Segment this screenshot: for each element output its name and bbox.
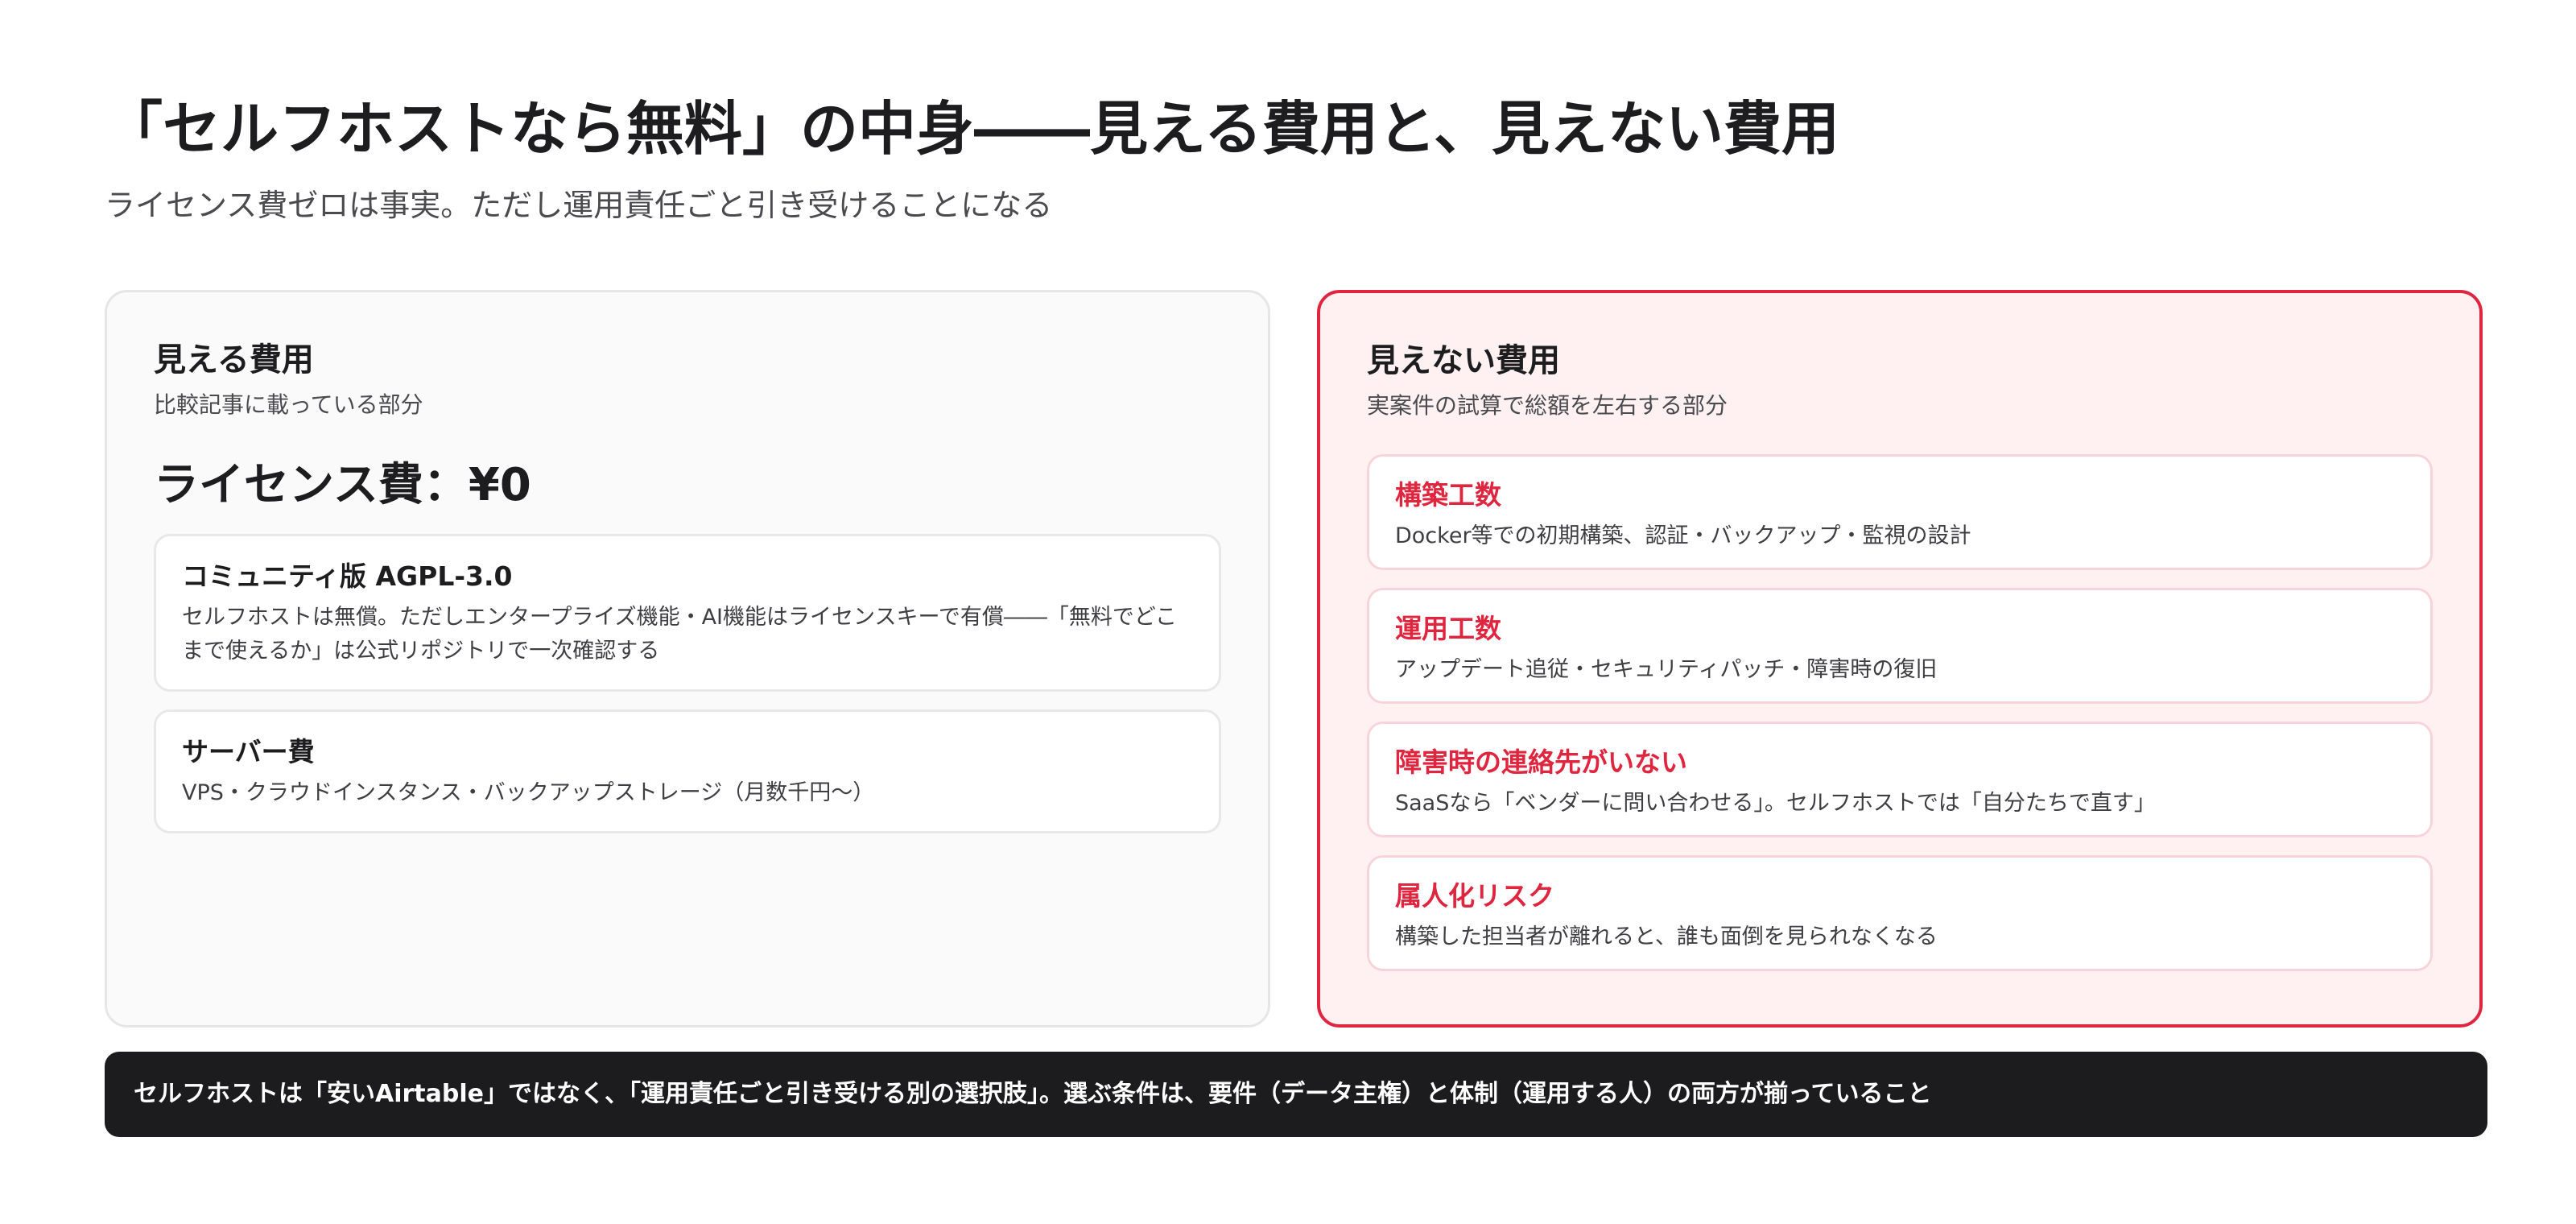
visible-cost-item-title: サーバー費	[182, 736, 315, 767]
visible-costs-note: 比較記事に載っている部分	[154, 391, 423, 418]
hidden-cost-item-title: 構築工数	[1395, 479, 1501, 511]
license-cost: ライセンス費：¥0	[154, 459, 531, 511]
visible-costs-panel: 見える費用 比較記事に載っている部分 ライセンス費：¥0 コミュニティ版 AGP…	[105, 290, 1270, 1028]
hidden-costs-panel: 見えない費用 実案件の試算で総額を左右する部分 構築工数 Docker等での初期…	[1317, 290, 2483, 1028]
hidden-cost-item-title: 障害時の連絡先がいない	[1395, 746, 1687, 778]
hidden-cost-item-description: アップデート追従・セキュリティパッチ・障害時の復旧	[1395, 657, 1938, 682]
visible-cost-item-description: VPS・クラウドインスタンス・バックアップストレージ（月数千円〜）	[182, 780, 875, 805]
hidden-cost-item-operations: 運用工数 アップデート追従・セキュリティパッチ・障害時の復旧	[1367, 588, 2433, 704]
cost-comparison: 見える費用 比較記事に載っている部分 ライセンス費：¥0 コミュニティ版 AGP…	[105, 290, 2487, 1028]
hidden-cost-item-description: 構築した担当者が離れると、誰も面倒を見られなくなる	[1395, 924, 1938, 949]
visible-cost-item-title: コミュニティ版 AGPL-3.0	[182, 560, 513, 592]
hidden-cost-item-person-dependency: 属人化リスク 構築した担当者が離れると、誰も面倒を見られなくなる	[1367, 855, 2433, 971]
hidden-costs-title: 見えない費用	[1367, 342, 1560, 379]
hidden-costs-note: 実案件の試算で総額を左右する部分	[1367, 392, 1728, 419]
visible-cost-item-community-edition: コミュニティ版 AGPL-3.0 セルフホストは無償。ただしエンタープライズ機能…	[154, 534, 1221, 692]
summary-bar: セルフホストは「安いAirtable」ではなく、「運用責任ごと引き受ける別の選択…	[105, 1052, 2487, 1137]
hidden-cost-item-setup: 構築工数 Docker等での初期構築、認証・バックアップ・監視の設計	[1367, 454, 2433, 570]
slide: 「セルフホストなら無料」の中身――見える費用と、見えない費用 ライセンス費ゼロは…	[105, 89, 2487, 1137]
hidden-cost-item-title: 属人化リスク	[1395, 880, 1554, 912]
page-title: 「セルフホストなら無料」の中身――見える費用と、見えない費用	[105, 95, 1839, 163]
visible-cost-item-description: セルフホストは無償。ただしエンタープライズ機能・AI機能はライセンスキーで有償―…	[182, 605, 1178, 664]
page-subtitle: ライセンス費ゼロは事実。ただし運用責任ごと引き受けることになる	[105, 188, 1053, 223]
hidden-cost-item-no-support-contact: 障害時の連絡先がいない SaaSなら「ベンダーに問い合わせる」。セルフホストでは…	[1367, 722, 2433, 837]
visible-costs-title: 見える費用	[154, 341, 314, 378]
hidden-cost-item-description: Docker等での初期構築、認証・バックアップ・監視の設計	[1395, 523, 1971, 548]
visible-cost-item-server: サーバー費 VPS・クラウドインスタンス・バックアップストレージ（月数千円〜）	[154, 709, 1221, 833]
hidden-cost-item-title: 運用工数	[1395, 613, 1501, 644]
hidden-cost-item-description: SaaSなら「ベンダーに問い合わせる」。セルフホストでは「自分たちで直す」	[1395, 791, 2156, 816]
summary-text: セルフホストは「安いAirtable」ではなく、「運用責任ごと引き受ける別の選択…	[134, 1080, 1932, 1108]
